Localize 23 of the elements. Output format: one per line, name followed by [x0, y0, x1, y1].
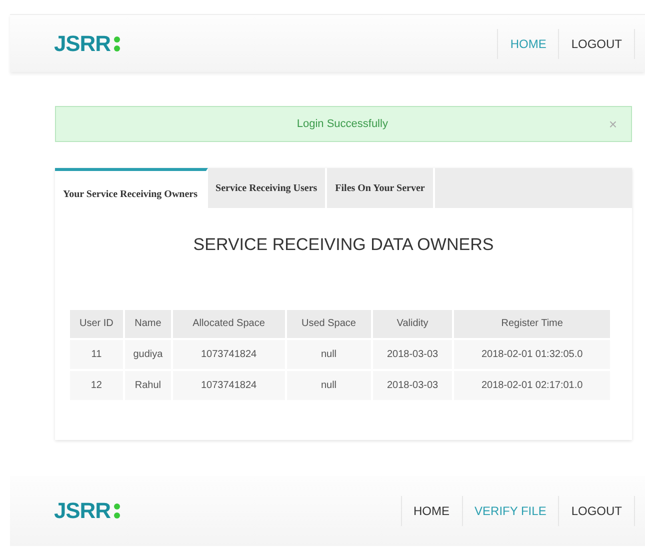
table-cell: 11	[69, 338, 124, 370]
column-header: Name	[124, 308, 172, 338]
table-cell: 1073741824	[172, 370, 286, 400]
logo-dots-icon	[114, 503, 120, 519]
logo-dots-icon	[114, 36, 120, 52]
column-header: Used Space	[286, 308, 372, 338]
alert-message: Login Successfully	[296, 116, 389, 132]
table-cell: 2018-02-01 02:17:01.0	[453, 370, 611, 400]
column-header: Validity	[372, 308, 454, 338]
logo-text: JSRR	[54, 32, 110, 54]
column-header: Register Time	[453, 308, 611, 338]
nav-link[interactable]: LOGOUT	[558, 496, 634, 526]
logo-text: JSRR	[54, 500, 110, 522]
nav-link[interactable]: LOGOUT	[558, 28, 634, 58]
table-cell: 2018-03-03	[372, 370, 454, 400]
panel-title: SERVICE RECEIVING DATA OWNERS	[192, 234, 495, 256]
table-cell: Rahul	[124, 370, 172, 400]
table-cell: 12	[69, 370, 124, 400]
nav-link[interactable]: HOME	[400, 496, 462, 526]
tab[interactable]: Your Service Receiving Owners	[55, 168, 208, 208]
column-header: User ID	[69, 308, 124, 338]
column-header: Allocated Space	[172, 308, 286, 338]
table-cell: null	[286, 370, 372, 400]
